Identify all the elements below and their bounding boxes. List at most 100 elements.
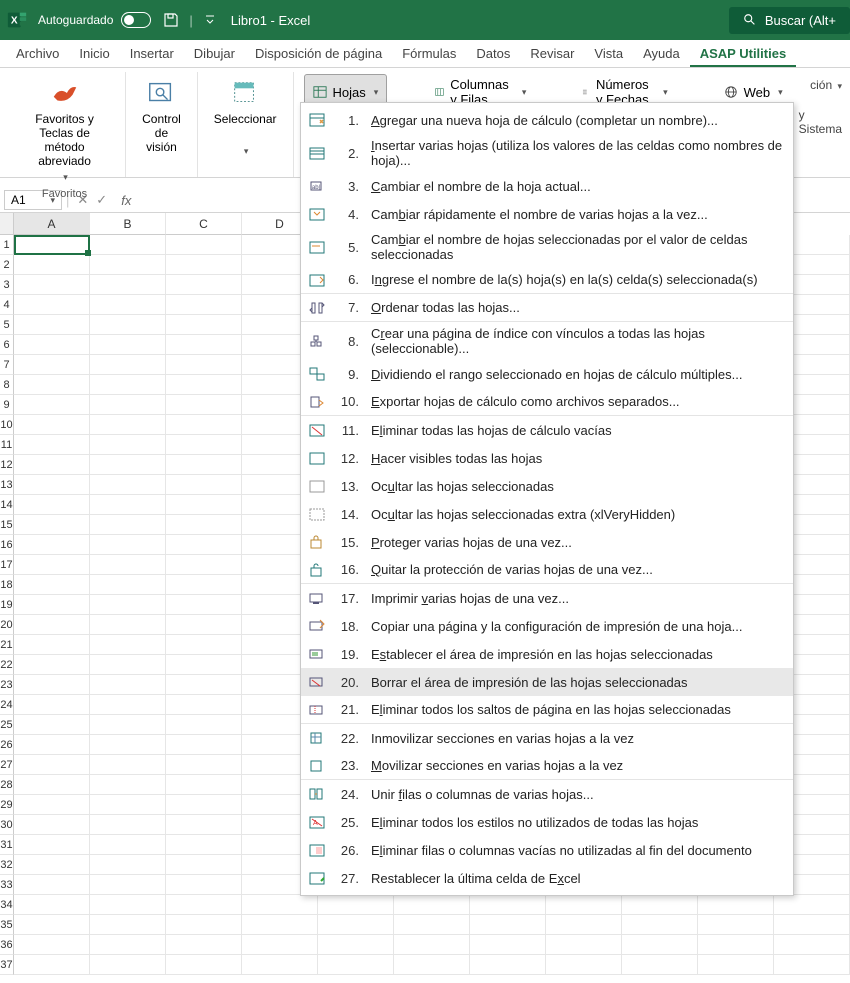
- cell[interactable]: [90, 615, 166, 635]
- menu-item-13[interactable]: 13.Ocultar las hojas seleccionadas: [301, 472, 793, 500]
- cell[interactable]: [14, 935, 90, 955]
- cell[interactable]: [166, 695, 242, 715]
- cell[interactable]: [90, 855, 166, 875]
- cell[interactable]: [166, 355, 242, 375]
- row-header[interactable]: 18: [0, 575, 14, 595]
- vision-control-button[interactable]: Control de visión: [136, 74, 187, 158]
- cell[interactable]: [14, 235, 90, 255]
- cell[interactable]: [166, 775, 242, 795]
- row-header[interactable]: 4: [0, 295, 14, 315]
- row-header[interactable]: 29: [0, 795, 14, 815]
- cell[interactable]: [14, 695, 90, 715]
- cell[interactable]: [90, 475, 166, 495]
- cell[interactable]: [546, 895, 622, 915]
- row-header[interactable]: 26: [0, 735, 14, 755]
- cell[interactable]: [14, 815, 90, 835]
- cell[interactable]: [14, 415, 90, 435]
- row-header[interactable]: 10: [0, 415, 14, 435]
- cell[interactable]: [14, 595, 90, 615]
- cell[interactable]: [166, 315, 242, 335]
- menu-item-24[interactable]: 24.Unir filas o columnas de varias hojas…: [301, 780, 793, 808]
- cell[interactable]: [14, 335, 90, 355]
- menu-item-26[interactable]: 26.Eliminar filas o columnas vacías no u…: [301, 836, 793, 864]
- row-header[interactable]: 27: [0, 755, 14, 775]
- cell[interactable]: [470, 935, 546, 955]
- cell[interactable]: [90, 695, 166, 715]
- cell[interactable]: [90, 835, 166, 855]
- menu-item-7[interactable]: 7.Ordenar todas las hojas...: [301, 294, 793, 322]
- cell[interactable]: [166, 495, 242, 515]
- cell[interactable]: [90, 575, 166, 595]
- menu-item-6[interactable]: 6.Ingrese el nombre de la(s) hoja(s) en …: [301, 266, 793, 294]
- ribbon-tab-revisar[interactable]: Revisar: [520, 40, 584, 67]
- cell[interactable]: [90, 935, 166, 955]
- row-header[interactable]: 20: [0, 615, 14, 635]
- row-header[interactable]: 34: [0, 895, 14, 915]
- cell[interactable]: [318, 915, 394, 935]
- cell[interactable]: [90, 955, 166, 975]
- cell[interactable]: [698, 895, 774, 915]
- cell[interactable]: [90, 235, 166, 255]
- row-header[interactable]: 19: [0, 595, 14, 615]
- ribbon-tab-dibujar[interactable]: Dibujar: [184, 40, 245, 67]
- ribbon-tab-disposición-de-página[interactable]: Disposición de página: [245, 40, 392, 67]
- row-header[interactable]: 5: [0, 315, 14, 335]
- cell[interactable]: [166, 675, 242, 695]
- cell[interactable]: [166, 235, 242, 255]
- menu-item-5[interactable]: 5.Cambiar el nombre de hojas seleccionad…: [301, 228, 793, 266]
- cell[interactable]: [166, 895, 242, 915]
- cell[interactable]: [90, 435, 166, 455]
- cell[interactable]: [14, 395, 90, 415]
- cell[interactable]: [90, 455, 166, 475]
- row-header[interactable]: 32: [0, 855, 14, 875]
- row-header[interactable]: 8: [0, 375, 14, 395]
- cell[interactable]: [14, 255, 90, 275]
- cell[interactable]: [166, 455, 242, 475]
- cell[interactable]: [166, 835, 242, 855]
- cell[interactable]: [14, 855, 90, 875]
- cell[interactable]: [394, 895, 470, 915]
- row-header[interactable]: 1: [0, 235, 14, 255]
- autosave-toggle[interactable]: Autoguardado: [38, 12, 151, 28]
- cell[interactable]: [90, 875, 166, 895]
- row-header[interactable]: 35: [0, 915, 14, 935]
- menu-item-27[interactable]: 27.Restablecer la última celda de Excel: [301, 864, 793, 892]
- cell[interactable]: [90, 535, 166, 555]
- row-header[interactable]: 28: [0, 775, 14, 795]
- ribbon-tab-vista[interactable]: Vista: [584, 40, 633, 67]
- cell[interactable]: [546, 935, 622, 955]
- cell[interactable]: [546, 955, 622, 975]
- cell[interactable]: [166, 655, 242, 675]
- row-header[interactable]: 21: [0, 635, 14, 655]
- cell[interactable]: [166, 955, 242, 975]
- row-header[interactable]: 7: [0, 355, 14, 375]
- col-header[interactable]: A: [14, 213, 90, 235]
- menu-item-2[interactable]: 2.Insertar varias hojas (utiliza los val…: [301, 134, 793, 172]
- cell[interactable]: [622, 895, 698, 915]
- menu-item-23[interactable]: 23.Movilizar secciones en varias hojas a…: [301, 752, 793, 780]
- row-header[interactable]: 25: [0, 715, 14, 735]
- menu-item-17[interactable]: 17.Imprimir varias hojas de una vez...: [301, 584, 793, 612]
- cell[interactable]: [90, 295, 166, 315]
- row-header[interactable]: 24: [0, 695, 14, 715]
- cell[interactable]: [166, 555, 242, 575]
- cell[interactable]: [90, 315, 166, 335]
- cell[interactable]: [90, 895, 166, 915]
- cell[interactable]: [90, 795, 166, 815]
- cell[interactable]: [90, 675, 166, 695]
- row-header[interactable]: 3: [0, 275, 14, 295]
- cell[interactable]: [90, 775, 166, 795]
- cell[interactable]: [14, 775, 90, 795]
- cell[interactable]: [242, 935, 318, 955]
- cell[interactable]: [14, 615, 90, 635]
- cell[interactable]: [166, 335, 242, 355]
- row-header[interactable]: 37: [0, 955, 14, 975]
- cell[interactable]: [394, 935, 470, 955]
- row-header[interactable]: 15: [0, 515, 14, 535]
- row-header[interactable]: 22: [0, 655, 14, 675]
- cell[interactable]: [166, 575, 242, 595]
- row-header[interactable]: 30: [0, 815, 14, 835]
- row-header[interactable]: 9: [0, 395, 14, 415]
- cell[interactable]: [14, 795, 90, 815]
- cell[interactable]: [774, 935, 850, 955]
